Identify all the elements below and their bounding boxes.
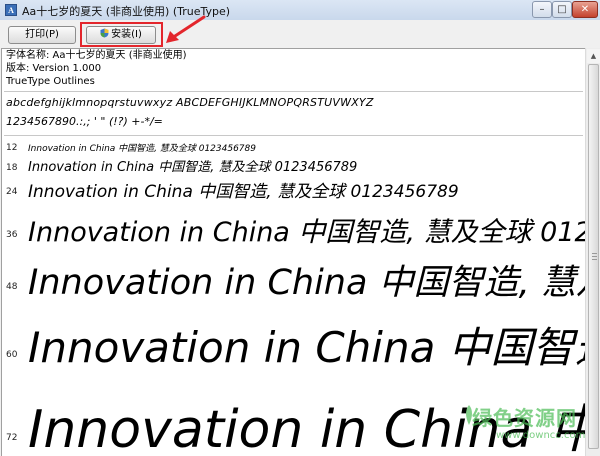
minimize-button[interactable]: – xyxy=(532,1,552,18)
sample-24: Innovation in China 中国智造, 慧及全球 012345678… xyxy=(28,182,459,202)
size-label-72: 72 xyxy=(6,433,18,443)
size-label-12: 12 xyxy=(6,143,18,153)
maximize-button[interactable]: □ xyxy=(552,1,572,18)
toolbar: 打印(P) 安装(I) xyxy=(0,20,600,48)
print-button-label: 打印(P) xyxy=(25,29,59,40)
title-bar[interactable]: A Aa十七岁的夏天 (非商业使用) (TrueType) – □ ✕ xyxy=(0,0,600,21)
separator xyxy=(4,135,583,136)
font-name-info: 字体名称: Aa十七岁的夏天 (非商业使用) xyxy=(6,50,187,61)
size-label-48: 48 xyxy=(6,282,18,292)
size-label-18: 18 xyxy=(6,163,18,173)
font-viewer-window: A Aa十七岁的夏天 (非商业使用) (TrueType) – □ ✕ 打印(P… xyxy=(0,0,600,456)
separator xyxy=(4,91,583,92)
scroll-thumb[interactable] xyxy=(588,64,599,449)
outline-type-info: TrueType Outlines xyxy=(6,76,95,87)
version-info: 版本: Version 1.000 xyxy=(6,63,102,74)
charset-digits: 1234567890.:,; ' " (!?) +-*/= xyxy=(6,115,163,128)
sample-72: Innovation in China 中国智造, 慧及全球 012345678… xyxy=(28,400,585,456)
sample-60: Innovation in China 中国智造, 慧及全球 012345678… xyxy=(28,323,585,372)
scroll-up-arrow-icon[interactable]: ▲ xyxy=(587,49,600,63)
arrow-annotation xyxy=(166,15,206,43)
install-button[interactable]: 安装(I) xyxy=(86,26,156,44)
sample-48: Innovation in China 中国智造, 慧及全球 012345678… xyxy=(28,263,585,303)
font-preview-area[interactable]: 字体名称: Aa十七岁的夏天 (非商业使用) 版本: Version 1.000… xyxy=(1,48,585,456)
close-button[interactable]: ✕ xyxy=(572,1,598,18)
charset-letters: abcdefghijklmnopqrstuvwxyz ABCDEFGHIJKLM… xyxy=(6,96,374,109)
scroll-grip-icon xyxy=(592,253,597,260)
print-button[interactable]: 打印(P) xyxy=(8,26,76,44)
sample-12: Innovation in China 中国智造, 慧及全球 012345678… xyxy=(28,144,256,154)
size-label-36: 36 xyxy=(6,230,18,240)
size-label-24: 24 xyxy=(6,187,18,197)
install-button-label: 安装(I) xyxy=(111,29,142,40)
sample-18: Innovation in China 中国智造, 慧及全球 012345678… xyxy=(28,160,358,175)
vertical-scrollbar[interactable]: ▲ xyxy=(585,48,600,456)
font-file-icon: A xyxy=(5,4,17,16)
size-label-60: 60 xyxy=(6,350,18,360)
sample-36: Innovation in China 中国智造, 慧及全球 012345678… xyxy=(28,217,585,248)
shield-icon xyxy=(100,28,109,38)
